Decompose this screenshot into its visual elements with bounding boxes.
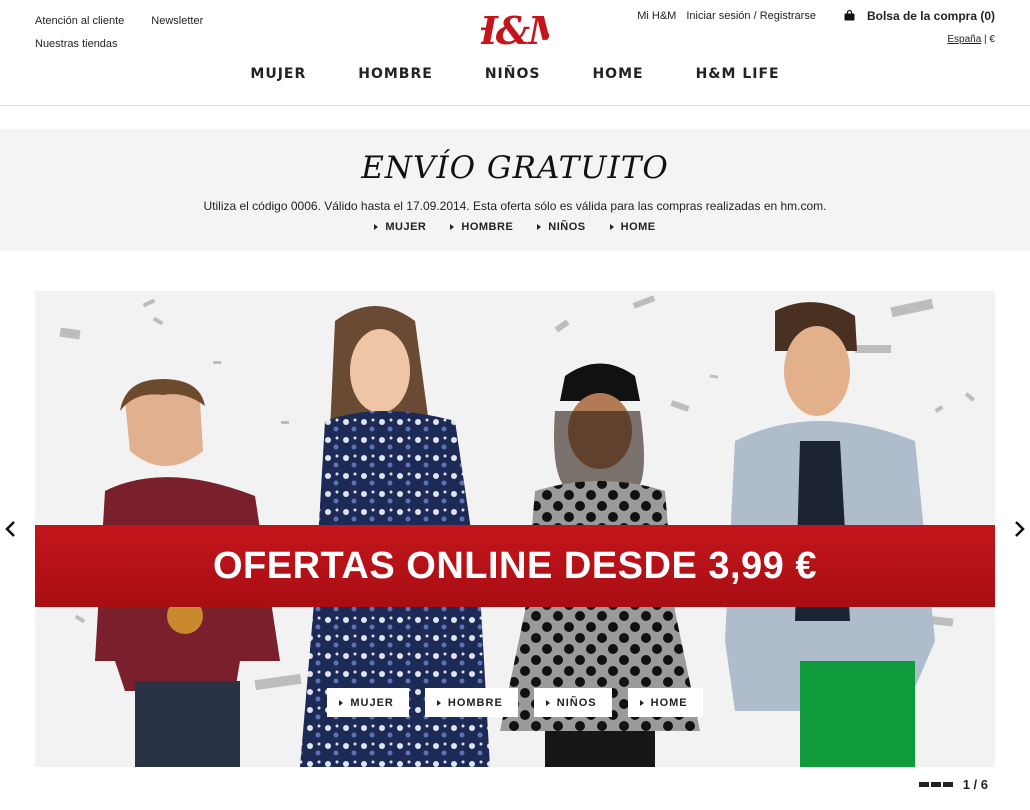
header-divider: [0, 105, 1030, 106]
caret-right-icon: [450, 224, 455, 230]
utility-links-left: Atención al cliente Newsletter Nuestras …: [35, 9, 203, 55]
caret-right-icon: [609, 224, 614, 230]
promo-link-home[interactable]: HOME: [609, 221, 656, 233]
promo-link-hombre[interactable]: HOMBRE: [450, 221, 513, 233]
logo-text: H&M: [481, 8, 549, 52]
hero-button-mujer[interactable]: MUJER: [327, 688, 409, 717]
nav-mujer[interactable]: MUJER: [250, 66, 306, 82]
shopping-bag-link[interactable]: Bolsa de la compra (0): [844, 9, 995, 23]
hero-button-label: NIÑOS: [556, 696, 597, 709]
login-register-link[interactable]: Iniciar sesión / Registrarse: [686, 10, 816, 22]
free-shipping-banner: ENVÍO GRATUITO Utiliza el código 0006. V…: [0, 129, 1030, 251]
hm-logo[interactable]: H&M: [481, 6, 549, 52]
caret-right-icon: [545, 699, 550, 706]
hero-button-home[interactable]: HOME: [627, 688, 703, 717]
slider-prev-arrow-icon[interactable]: [3, 519, 17, 539]
newsletter-link[interactable]: Newsletter: [151, 15, 203, 27]
offer-headline: OFERTAS ONLINE DESDE 3,99 €: [212, 544, 818, 587]
slider-pager: 1 / 6: [918, 777, 988, 792]
nav-ninos[interactable]: NIÑOS: [485, 66, 541, 82]
stores-link[interactable]: Nuestras tiendas: [35, 38, 118, 50]
caret-right-icon: [436, 699, 441, 706]
slider-next-arrow-icon[interactable]: [1013, 519, 1027, 539]
pager-dots[interactable]: [918, 782, 953, 787]
currency-label: | €: [981, 34, 995, 45]
offer-banner[interactable]: OFERTAS ONLINE DESDE 3,99 €: [35, 525, 995, 607]
my-hm-link[interactable]: Mi H&M: [637, 10, 676, 22]
promo-link-label: MUJER: [385, 221, 427, 233]
caret-right-icon: [639, 699, 644, 706]
promo-link-label: HOME: [620, 221, 656, 233]
promo-title: ENVÍO GRATUITO: [361, 150, 669, 186]
nav-home[interactable]: HOME: [592, 66, 643, 82]
hero-button-label: HOME: [650, 696, 688, 709]
utility-links-right: Mi H&M Iniciar sesión / Registrarse Bols…: [637, 8, 995, 46]
promo-link-mujer[interactable]: MUJER: [374, 221, 426, 233]
country-link[interactable]: España: [947, 34, 981, 45]
caret-right-icon: [339, 699, 344, 706]
hero-button-ninos[interactable]: NIÑOS: [533, 688, 612, 717]
customer-service-link[interactable]: Atención al cliente: [35, 15, 124, 27]
promo-link-label: HOMBRE: [461, 221, 514, 233]
country-selector: España | €: [637, 34, 995, 45]
hero-button-label: MUJER: [350, 696, 394, 709]
nav-hombre[interactable]: HOMBRE: [358, 66, 433, 82]
main-navigation: MUJER HOMBRE NIÑOS HOME H&M LIFE: [0, 66, 1030, 82]
pager-counter: 1 / 6: [962, 777, 988, 792]
hero-button-label: HOMBRE: [447, 696, 503, 709]
promo-text: Utiliza el código 0006. Válido hasta el …: [203, 199, 827, 213]
promo-link-label: NIÑOS: [548, 221, 586, 233]
hero-category-buttons: MUJER HOMBRE NIÑOS HOME: [35, 688, 995, 717]
hero-button-hombre[interactable]: HOMBRE: [424, 688, 518, 717]
caret-right-icon: [537, 224, 542, 230]
hero-slide[interactable]: OFERTAS ONLINE DESDE 3,99 € MUJER HOMBRE…: [35, 291, 995, 767]
caret-right-icon: [374, 224, 379, 230]
promo-link-ninos[interactable]: NIÑOS: [537, 221, 585, 233]
shopping-bag-label: Bolsa de la compra (0): [866, 8, 995, 23]
nav-hm-life[interactable]: H&M LIFE: [696, 66, 780, 82]
shopping-bag-icon: [844, 10, 855, 21]
promo-links: MUJER HOMBRE NIÑOS HOME: [0, 221, 1030, 233]
